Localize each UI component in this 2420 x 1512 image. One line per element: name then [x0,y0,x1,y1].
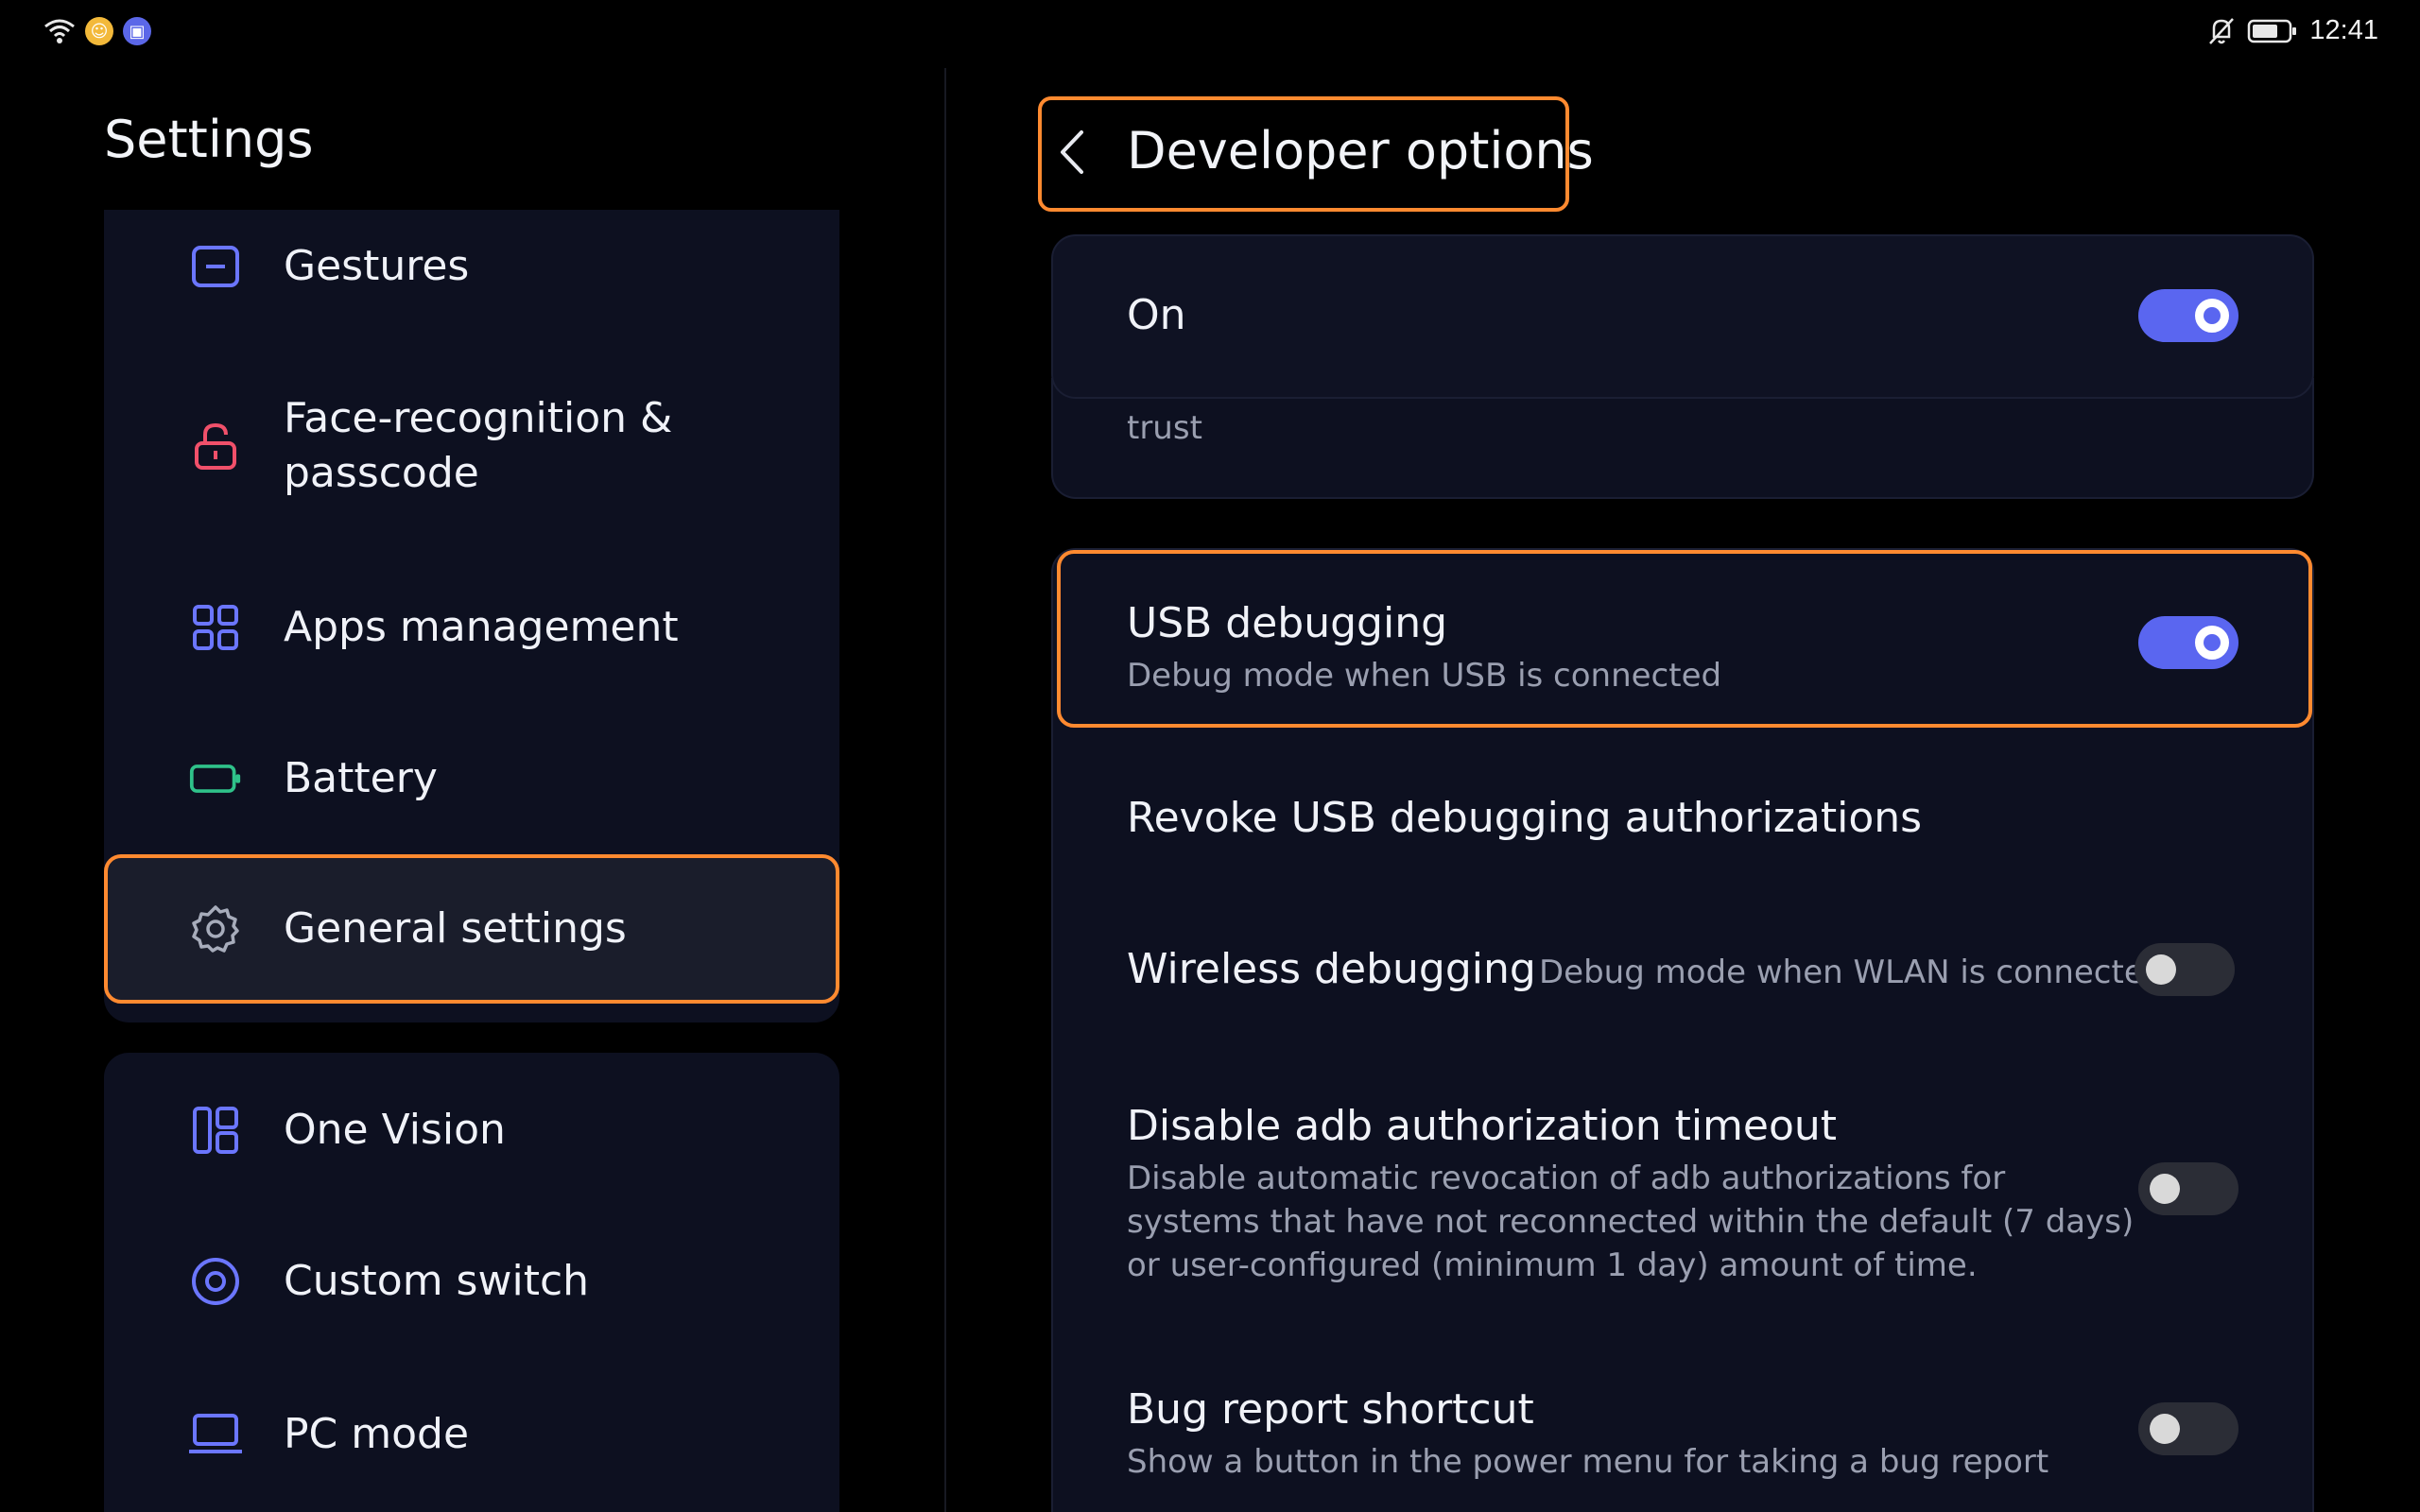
laptop-icon [189,1408,242,1461]
adb-timeout-label: Disable adb authorization timeout [1127,1102,1838,1150]
sidebar-item-label: Gestures [284,242,470,290]
chevron-left-icon [1061,130,1083,174]
sidebar-item-custom-switch[interactable]: Custom switch [104,1232,839,1331]
adb-timeout-desc-line: Disable automatic revocation of adb auth… [1127,1160,2006,1197]
wireless-debugging-label: Wireless debugging [1127,945,1536,993]
back-button[interactable] [1046,119,1102,185]
notification-dot-blue: ▣ [123,17,151,45]
settings-title: Settings [104,110,314,169]
revoke-usb-authorizations[interactable]: Revoke USB debugging authorizations [1127,794,1922,842]
page-title: Developer options [1127,121,1594,180]
sidebar-item-apps-management[interactable]: Apps management [104,578,839,677]
bell-muted-icon [2209,17,2235,44]
sidebar-item-gestures[interactable]: Gestures [104,217,839,316]
gestures-icon [189,240,242,293]
usb-debugging-row[interactable] [1057,550,2312,728]
status-bar: ☺ ▣ 12:41 [0,0,2420,68]
adb-timeout-desc-line: systems that have not reconnected within… [1127,1203,2135,1241]
sidebar-item-one-vision[interactable]: One Vision [104,1081,839,1179]
sidebar-item-label: Apps management [284,603,679,651]
status-right: 12:41 [2207,15,2378,46]
on-label: On [1127,291,1186,339]
sidebar-item-label: Battery [284,754,438,802]
wireless-debugging-toggle[interactable] [2135,943,2235,996]
wifi-icon [44,19,75,43]
notification-dot-yellow: ☺ [85,17,113,45]
lock-icon [189,420,242,472]
developer-on-row[interactable]: On [1051,234,2314,399]
sidebar-item-label: Face-recognition & passcode [284,394,673,497]
sidebar-item-pc-mode[interactable]: PC mode [104,1385,839,1484]
sidebar-item-face-recognition[interactable]: Face-recognition & passcode [104,372,839,520]
apps-grid-icon [189,601,242,654]
status-left: ☺ ▣ [43,17,151,45]
gear-icon [189,902,242,955]
sidebar-item-label: One Vision [284,1106,506,1154]
bug-report-desc: Show a button in the power menu for taki… [1127,1443,2049,1481]
trust-text: trust [1127,409,1202,447]
bug-report-label: Bug report shortcut [1127,1385,1534,1434]
sidebar-item-label: PC mode [284,1410,470,1458]
custom-switch-icon [189,1255,242,1308]
developer-options-toggle[interactable] [2138,289,2238,342]
battery-icon [2248,19,2297,43]
wireless-debugging-desc: Debug mode when WLAN is connected [1539,954,2165,991]
adb-timeout-toggle[interactable] [2138,1162,2238,1215]
sidebar-item-battery[interactable]: Battery [104,730,839,828]
bug-report-toggle[interactable] [2138,1402,2238,1455]
sidebar-item-general-settings[interactable]: General settings [104,854,839,1004]
sidebar-item-label: General settings [284,904,627,953]
sidebar-item-label: Custom switch [284,1257,590,1305]
adb-timeout-desc-line: or user-configured (minimum 1 day) amoun… [1127,1246,1978,1284]
pane-divider [944,68,946,1512]
battery-icon [189,752,242,805]
one-vision-icon [189,1104,242,1157]
status-time: 12:41 [2309,15,2378,45]
